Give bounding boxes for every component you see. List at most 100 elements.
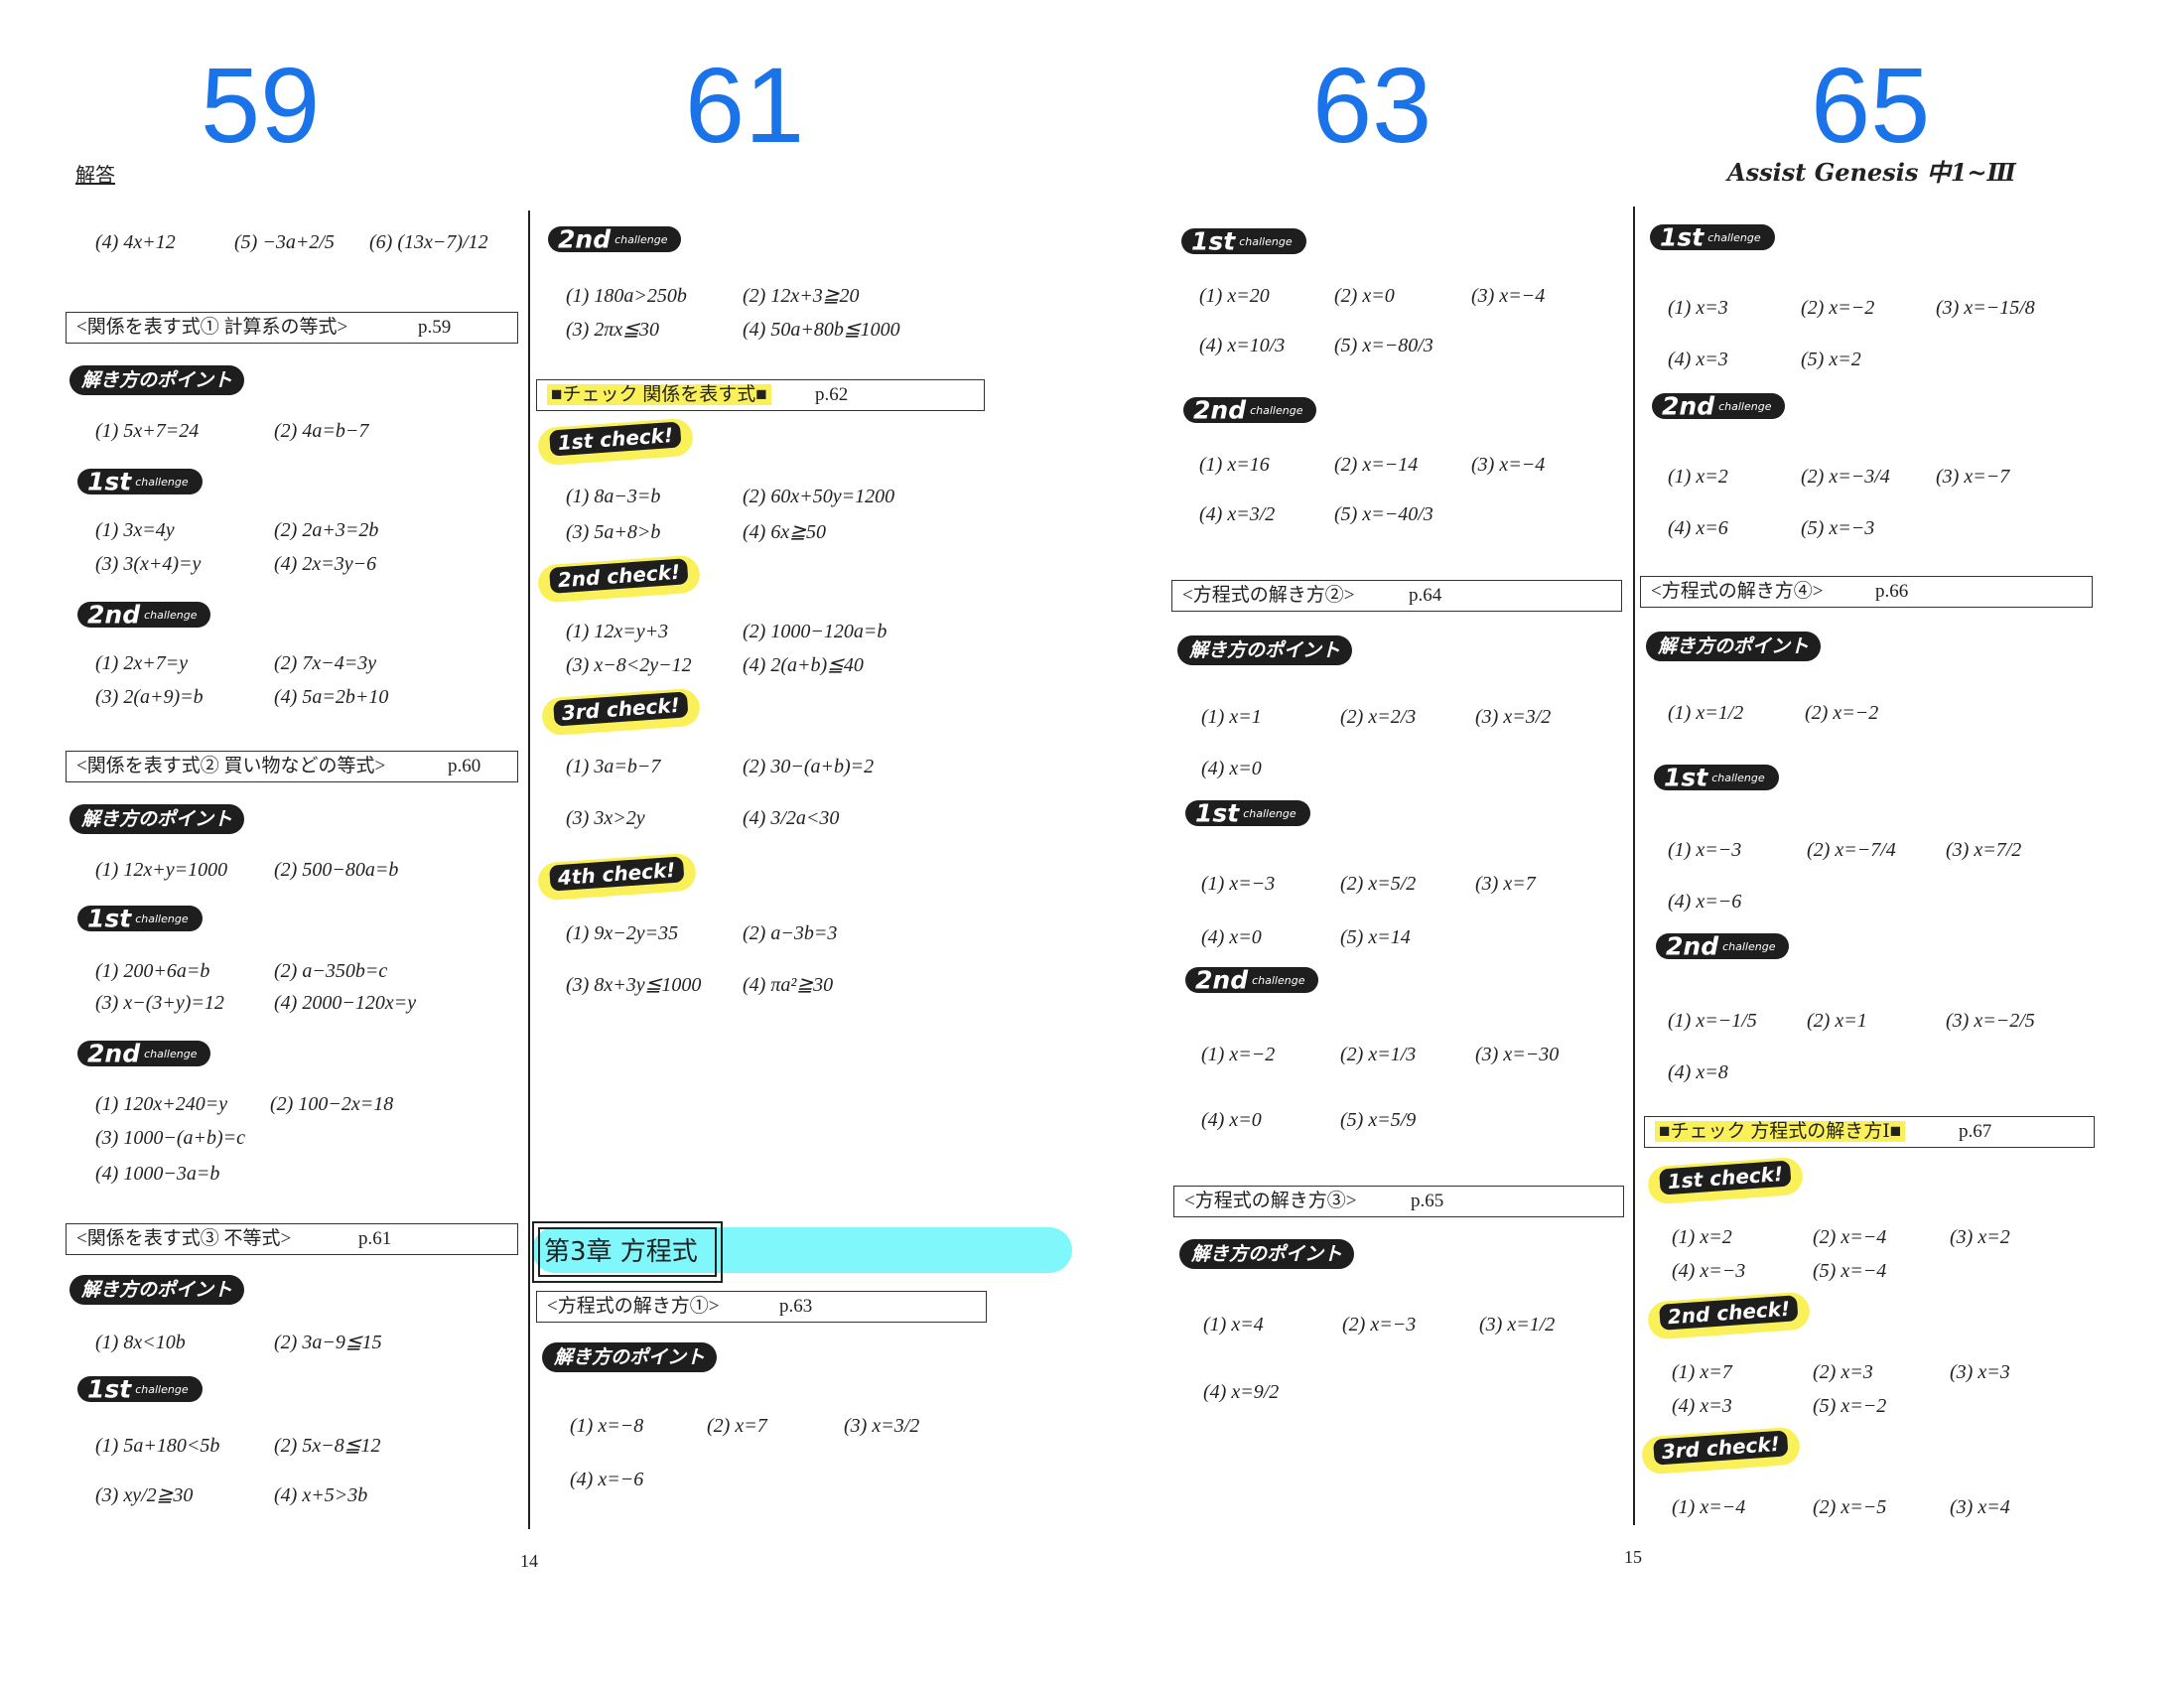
section-page: p.64	[1409, 585, 1442, 606]
check-header: ■チェック 方程式の解き方Ⅰ■ p.67	[1644, 1116, 2095, 1148]
challenge-badge: 2nd challenge	[1183, 395, 1317, 425]
answer: (4) 6x≧50	[743, 521, 826, 543]
challenge-badge: 1st challenge	[1654, 765, 1779, 790]
answer: (2) x=−5	[1813, 1496, 1887, 1518]
section-page: p.63	[779, 1296, 813, 1317]
answer: (2) 500−80a=b	[274, 859, 399, 881]
section-title: <方程式の解き方③>	[1184, 1191, 1357, 1211]
chapter-title: 第3章 方程式	[538, 1227, 717, 1277]
answer: (4) x=0	[1201, 926, 1262, 948]
challenge-badge: 2nd challenge	[1652, 393, 1786, 419]
answer: (1) 12x+y=1000	[95, 859, 228, 881]
challenge-number: 2nd	[1195, 965, 1249, 995]
challenge-number: 2nd	[1666, 931, 1719, 961]
point-badge: 解き方のポイント	[1177, 635, 1353, 665]
section-header: <関係を表す式② 買い物などの等式> p.60	[66, 751, 518, 782]
answer: (2) 12x+3≧20	[743, 285, 860, 307]
challenge-badge: 2nd challenge	[77, 1039, 211, 1068]
answer: (2) 5x−8≦12	[274, 1435, 381, 1457]
check-badge: 1st check!	[536, 417, 695, 467]
answer: (1) 5x+7=24	[95, 420, 200, 442]
check-badge: 2nd check!	[1646, 1291, 1812, 1340]
answer: (5) x=5/9	[1340, 1109, 1417, 1131]
big-number-61: 61	[685, 45, 805, 165]
answers-label: 解答	[75, 165, 115, 187]
check-label: 3rd check!	[1653, 1430, 1789, 1466]
answer: (3) x=2	[1950, 1226, 2010, 1248]
answer: (4) x=−3	[1672, 1260, 1746, 1282]
answer: (4) x=6	[1668, 517, 1728, 539]
answer: (3) x=−30	[1475, 1044, 1560, 1065]
answer: (1) x=2	[1668, 466, 1728, 488]
challenge-badge: 2nd challenge	[77, 602, 211, 628]
section-title: <方程式の解き方①>	[547, 1296, 720, 1317]
answer: (1) 180a>250b	[566, 285, 687, 307]
answer: (3) x=7/2	[1946, 839, 2022, 861]
answer: (3) x=−7	[1936, 466, 2010, 488]
answer: (5) x=−3	[1801, 517, 1875, 539]
answer: (4) x=0	[1201, 758, 1262, 779]
answer: (2) x=−4	[1813, 1226, 1887, 1248]
answer: (2) a−350b=c	[274, 960, 388, 982]
answer: (1) 9x−2y=35	[566, 922, 679, 944]
answer: (1) 3a=b−7	[566, 756, 661, 777]
answer: (1) 12x=y+3	[566, 621, 669, 642]
answer: (1) 8a−3=b	[566, 486, 661, 507]
answer: (4) 2x=3y−6	[274, 553, 377, 575]
answer: (3) x=3/2	[844, 1415, 920, 1437]
answer: (3) x=3	[1950, 1361, 2010, 1383]
section-page: p.67	[1959, 1121, 1992, 1142]
check-badge: 4th check!	[536, 852, 697, 902]
answer: (1) x=1/2	[1668, 702, 1744, 724]
check-label: 3rd check!	[553, 691, 689, 727]
check-label: 1st check!	[1659, 1160, 1792, 1196]
point-badge: 解き方のポイント	[69, 365, 245, 395]
answer: (2) x=7	[707, 1415, 767, 1437]
answer: (3) x=1/2	[1479, 1314, 1556, 1336]
answer: (3) x=3/2	[1475, 706, 1552, 728]
answer: (4) πa²≧30	[743, 974, 834, 996]
answer: (3) 3x>2y	[566, 807, 645, 829]
check-badge: 2nd check!	[536, 554, 702, 604]
answer: (5) x=−40/3	[1334, 503, 1433, 525]
answer: (4) x=10/3	[1199, 335, 1286, 356]
answer: (2) x=−3/4	[1801, 466, 1890, 488]
section-header: <方程式の解き方①> p.63	[536, 1291, 987, 1323]
answer: (1) 120x+240=y	[95, 1093, 228, 1115]
check-label: 4th check!	[549, 856, 685, 892]
answer: (3) 1000−(a+b)=c	[95, 1127, 246, 1149]
challenge-number: 1st	[1191, 226, 1236, 256]
answer: (2) x=5/2	[1340, 873, 1417, 895]
check-title: ■チェック 関係を表す式■	[547, 384, 771, 405]
challenge-number: 1st	[87, 904, 132, 933]
challenge-badge: 1st challenge	[1185, 800, 1310, 826]
answer: (3) x−(3+y)=12	[95, 992, 224, 1014]
answer: (4) x=3	[1668, 349, 1728, 370]
answer: (3) 8x+3y≦1000	[566, 974, 702, 996]
check-label: 2nd check!	[1659, 1295, 1799, 1331]
answer: (2) x=3	[1813, 1361, 1873, 1383]
answer: (1) x=7	[1672, 1361, 1732, 1383]
section-title: <方程式の解き方②>	[1182, 585, 1355, 606]
answer: (1) x=−3	[1201, 873, 1276, 895]
answer: (6) (13x−7)/12	[369, 231, 488, 253]
column-divider	[528, 211, 530, 1529]
challenge-badge: 2nd challenge	[1185, 965, 1319, 995]
challenge-number: 2nd	[1193, 395, 1247, 425]
answer: (4) x=3	[1672, 1395, 1732, 1417]
challenge-badge: 1st challenge	[77, 906, 203, 931]
section-header: <方程式の解き方②> p.64	[1171, 580, 1622, 612]
challenge-word: challenge	[1707, 230, 1761, 244]
challenge-number: 1st	[87, 467, 132, 496]
challenge-word: challenge	[1239, 234, 1293, 248]
challenge-number: 2nd	[87, 1039, 141, 1068]
section-page: p.59	[418, 317, 452, 338]
challenge-number: 2nd	[558, 224, 612, 254]
check-badge: 3rd check!	[540, 687, 702, 737]
answer: (1) x=−2	[1201, 1044, 1276, 1065]
challenge-word: challenge	[1252, 973, 1305, 987]
challenge-badge: 2nd challenge	[548, 224, 682, 254]
brand-logo: Assist Genesis 中1~Ⅲ	[1727, 158, 2016, 187]
answer: (1) x=20	[1199, 285, 1270, 307]
section-header: <方程式の解き方④> p.66	[1640, 576, 2093, 608]
